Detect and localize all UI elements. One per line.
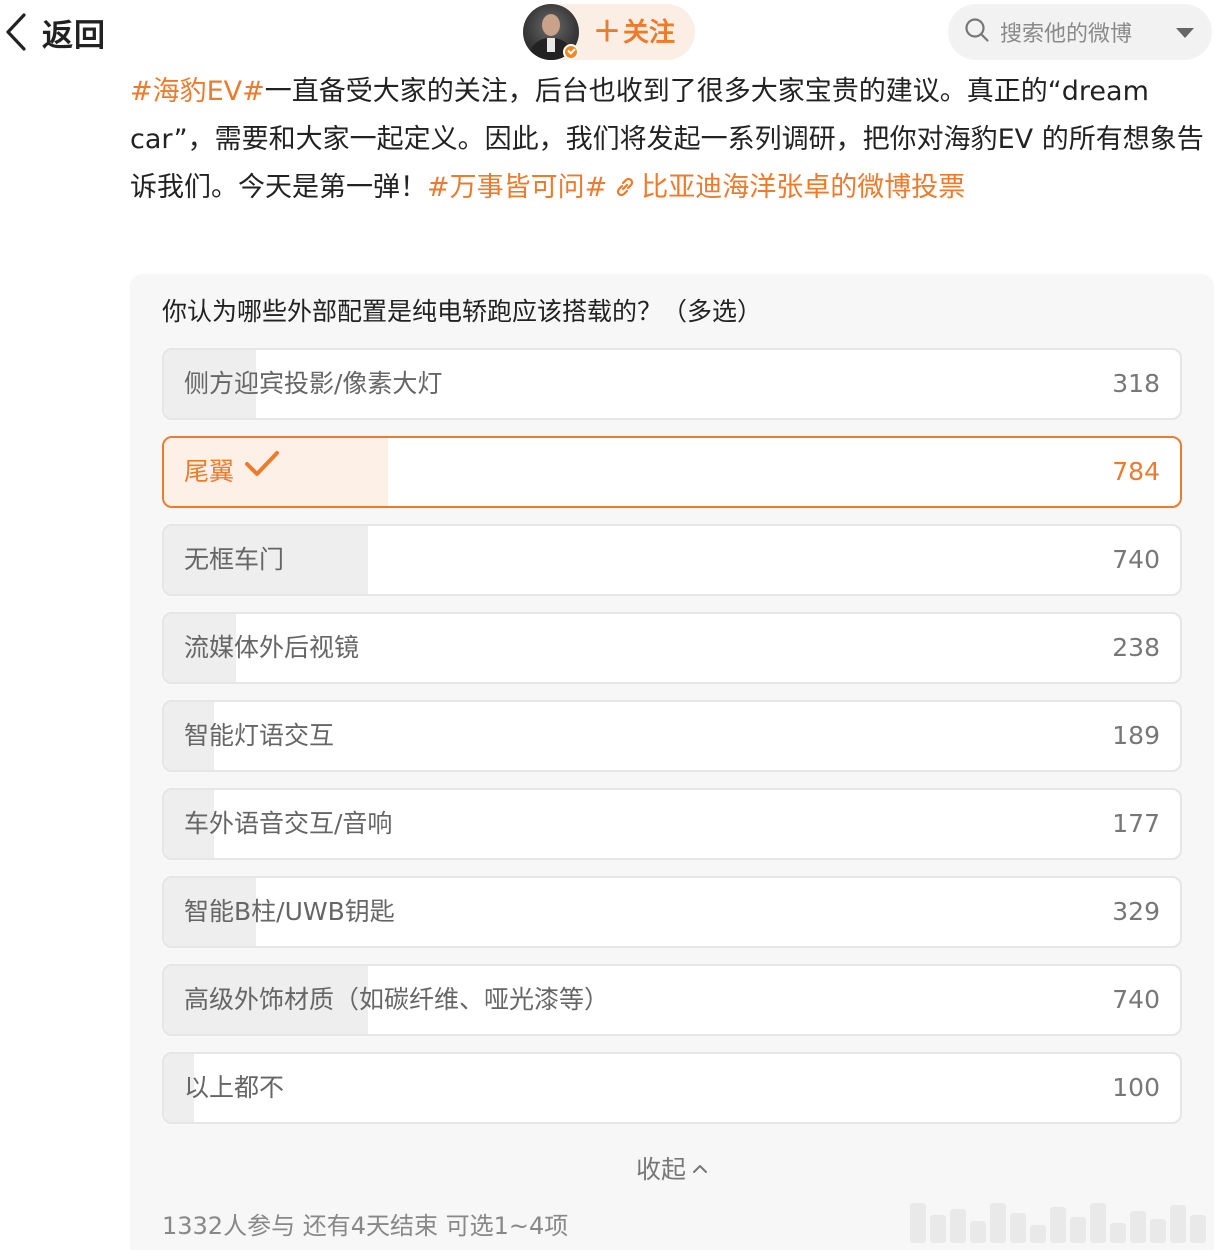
poll-option-count: 784: [1112, 457, 1160, 486]
author-follow-pill: ＋关注: [523, 4, 695, 60]
poll-option-label: 尾翼: [184, 438, 280, 506]
poll-option-count: 177: [1112, 809, 1160, 838]
watermark: [910, 1195, 1220, 1243]
back-button[interactable]: 返回: [0, 8, 106, 56]
follow-label: 关注: [623, 18, 676, 48]
collapse-label: 收起: [635, 1155, 686, 1184]
poll-option-text: 侧方迎宾投影/像素大灯: [184, 369, 443, 398]
poll-option-label: 车外语音交互/音响: [184, 790, 392, 858]
poll-option-label: 以上都不: [184, 1054, 284, 1122]
watermark-bar: [1170, 1205, 1186, 1243]
poll-option[interactable]: 尾翼 784: [162, 436, 1182, 508]
search-icon: [964, 17, 990, 47]
poll-link[interactable]: 比亚迪海洋张卓的微博投票: [607, 172, 965, 203]
poll-option-label: 智能B柱/UWB钥匙: [184, 878, 395, 946]
poll-option-count: 329: [1112, 897, 1160, 926]
poll-option-count: 189: [1112, 721, 1160, 750]
top-bar: 返回 ＋关注 搜索他的微博: [0, 0, 1232, 66]
search-box[interactable]: 搜索他的微博: [948, 4, 1212, 60]
check-icon: [244, 438, 280, 504]
post-text: #海豹EV#一直备受大家的关注，后台也收到了很多大家宝贵的建议。真正的“drea…: [130, 68, 1220, 212]
follow-button[interactable]: ＋关注: [593, 4, 675, 60]
poll-option[interactable]: 智能灯语交互 189: [162, 700, 1182, 772]
watermark-bar: [1090, 1203, 1106, 1243]
watermark-bar: [1110, 1223, 1126, 1243]
poll-option-label: 流媒体外后视镜: [184, 614, 359, 682]
poll-option-label: 无框车门: [184, 526, 284, 594]
watermark-bar: [990, 1203, 1006, 1243]
watermark-bar: [1070, 1217, 1086, 1243]
watermark-bar: [970, 1221, 986, 1243]
hashtag-wanshi[interactable]: #万事皆可问#: [427, 172, 607, 203]
watermark-bar: [1190, 1215, 1206, 1243]
watermark-bar: [950, 1209, 966, 1243]
poll-option-count: 740: [1112, 545, 1160, 574]
watermark-bar: [1030, 1225, 1046, 1243]
poll-question: 你认为哪些外部配置是纯电轿跑应该搭载的？（多选）: [162, 297, 763, 326]
poll-option[interactable]: 流媒体外后视镜 238: [162, 612, 1182, 684]
poll-option-label: 高级外饰材质（如碳纤维、哑光漆等）: [184, 966, 609, 1034]
poll-option[interactable]: 无框车门 740: [162, 524, 1182, 596]
verified-badge-icon: [563, 44, 579, 60]
poll-option-text: 高级外饰材质（如碳纤维、哑光漆等）: [184, 985, 610, 1014]
poll-option[interactable]: 以上都不 100: [162, 1052, 1182, 1124]
poll-option-text: 以上都不: [184, 1073, 285, 1102]
poll-option-count: 100: [1112, 1073, 1160, 1102]
poll-link-label: 比亚迪海洋张卓的微博投票: [641, 172, 966, 203]
poll-option-text: 车外语音交互/音响: [184, 809, 393, 838]
poll-footer: 1332人参与 还有4天结束 可选1~4项: [162, 1212, 569, 1240]
poll-option-count: 238: [1112, 633, 1160, 662]
chevron-left-icon: [0, 12, 32, 52]
poll-option-label: 智能灯语交互: [184, 702, 334, 770]
poll-card: 你认为哪些外部配置是纯电轿跑应该搭载的？（多选） 侧方迎宾投影/像素大灯 318 尾…: [130, 274, 1214, 1250]
poll-option[interactable]: 侧方迎宾投影/像素大灯 318: [162, 348, 1182, 420]
poll-option-label: 侧方迎宾投影/像素大灯: [184, 350, 442, 418]
watermark-bar: [930, 1215, 946, 1243]
chevron-down-icon[interactable]: [1176, 28, 1194, 38]
poll-option-text: 尾翼: [184, 457, 235, 486]
collapse-button[interactable]: 收起: [130, 1150, 1214, 1186]
poll-option[interactable]: 智能B柱/UWB钥匙 329: [162, 876, 1182, 948]
chevron-up-icon: [686, 1155, 708, 1184]
poll-option[interactable]: 车外语音交互/音响 177: [162, 788, 1182, 860]
poll-option-text: 无框车门: [184, 545, 285, 574]
poll-option-text: 流媒体外后视镜: [184, 633, 360, 662]
search-placeholder: 搜索他的微博: [1000, 22, 1133, 47]
watermark-bar: [1050, 1207, 1066, 1243]
hashtag-haibao-ev[interactable]: #海豹EV#: [130, 76, 265, 107]
watermark-bar: [910, 1203, 926, 1243]
poll-option-text: 智能灯语交互: [184, 721, 335, 750]
poll-option-count: 318: [1112, 369, 1160, 398]
link-icon: [607, 172, 641, 203]
plus-icon: ＋: [593, 15, 622, 48]
poll-option-text: 智能B柱/UWB钥匙: [184, 897, 395, 926]
poll-option[interactable]: 高级外饰材质（如碳纤维、哑光漆等） 740: [162, 964, 1182, 1036]
watermark-bar: [1130, 1211, 1146, 1243]
poll-option-count: 740: [1112, 985, 1160, 1014]
back-label: 返回: [42, 17, 106, 54]
watermark-bar: [1150, 1219, 1166, 1243]
watermark-bar: [1010, 1213, 1026, 1243]
